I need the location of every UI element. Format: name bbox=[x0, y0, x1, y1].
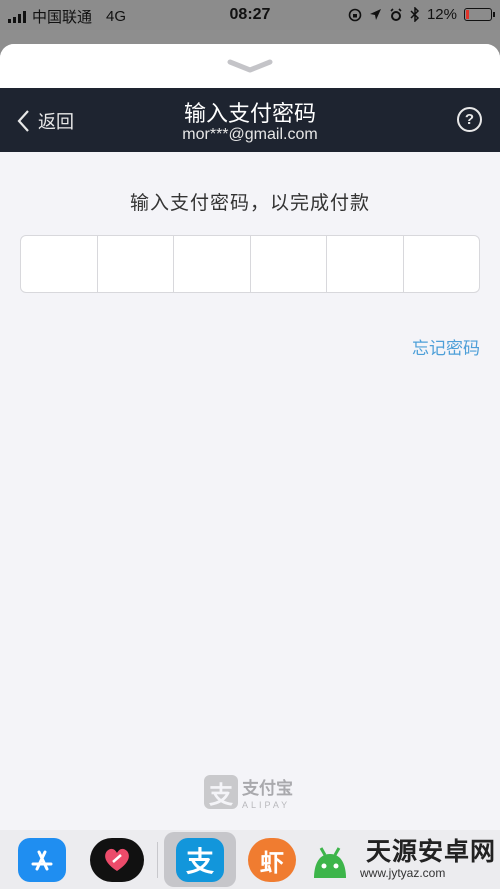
alipay-logo-en: ALIPAY bbox=[242, 800, 291, 810]
watermark-text: 天源安卓网 bbox=[366, 838, 497, 866]
alipay-logo-mark: 支 bbox=[204, 775, 238, 809]
alipay-logo: 支 支付宝 ALIPAY bbox=[204, 774, 293, 810]
pin-digit-box[interactable] bbox=[98, 236, 174, 292]
help-icon[interactable]: ? bbox=[457, 107, 482, 132]
alipay-logo-cn: 支付宝 bbox=[242, 779, 293, 798]
pin-digit-box[interactable] bbox=[251, 236, 327, 292]
location-icon bbox=[369, 9, 381, 20]
xiami-icon-glyph: 虾 bbox=[260, 849, 284, 877]
pin-digit-box[interactable] bbox=[174, 236, 251, 292]
alipay-icon-glyph: 支 bbox=[185, 846, 214, 877]
bluetooth-icon bbox=[410, 7, 420, 22]
nav-bar: 返回 输入支付密码 mor***@gmail.com ? bbox=[0, 88, 500, 152]
pin-digit-box[interactable] bbox=[327, 236, 404, 292]
health-icon[interactable] bbox=[90, 838, 144, 882]
status-icons: 12% bbox=[348, 6, 495, 23]
account-email: mor***@gmail.com bbox=[182, 126, 318, 143]
app-store-icon[interactable] bbox=[18, 838, 66, 882]
forgot-password-link[interactable]: 忘记密码 bbox=[412, 334, 480, 359]
pin-digit-box[interactable] bbox=[404, 236, 480, 292]
pin-digit-box[interactable] bbox=[21, 236, 98, 292]
xiami-icon[interactable]: 虾 bbox=[248, 838, 296, 882]
payment-prompt: 输入支付密码，以完成付款 bbox=[129, 193, 370, 214]
alipay-icon[interactable]: 支 bbox=[176, 838, 224, 882]
sheet-handle[interactable] bbox=[0, 44, 500, 88]
payment-sheet: 返回 输入支付密码 mor***@gmail.com ? 输入支付密码，以完成付… bbox=[0, 44, 500, 830]
pin-input[interactable] bbox=[20, 235, 480, 293]
watermark-url: www.jytyaz.com bbox=[360, 866, 446, 880]
dock-separator bbox=[157, 842, 158, 878]
page-title: 输入支付密码 bbox=[183, 101, 316, 126]
status-bar: 中国联通 4G 08:27 12% bbox=[0, 0, 500, 30]
battery-icon bbox=[464, 8, 495, 21]
battery-percent: 12% bbox=[426, 6, 457, 23]
chevron-down-icon[interactable] bbox=[226, 58, 274, 74]
alarm-icon bbox=[390, 7, 402, 21]
orientation-lock-icon bbox=[348, 8, 362, 21]
site-watermark: 天源安卓网 www.jytyaz.com bbox=[310, 832, 497, 880]
